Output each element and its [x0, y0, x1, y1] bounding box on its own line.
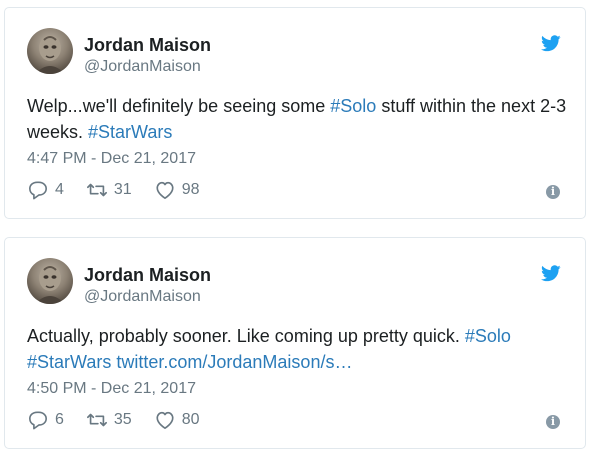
- reply-icon: [29, 411, 47, 430]
- twitter-bird-icon[interactable]: [541, 265, 561, 282]
- tweet-text: Welp...we'll definitely be seeing some #…: [27, 93, 567, 145]
- reply-count: 6: [55, 411, 64, 428]
- author-name[interactable]: Jordan Maison: [84, 264, 211, 286]
- like-icon: [156, 181, 174, 199]
- tweet-actions: 4 31 98: [27, 180, 222, 200]
- tweet-card[interactable]: Jordan Maison @JordanMaison Welp...we'll…: [4, 7, 586, 219]
- hashtag-solo[interactable]: #Solo: [330, 96, 376, 116]
- like-count: 98: [181, 181, 200, 198]
- retweet-count: 35: [113, 411, 132, 428]
- retweet-icon: [86, 413, 107, 427]
- tweet-card[interactable]: Jordan Maison @JordanMaison Actually, pr…: [4, 237, 586, 449]
- tweet-actions: 6 35 80: [27, 410, 222, 430]
- reply-count: 4: [55, 181, 64, 198]
- avatar[interactable]: [27, 28, 73, 74]
- info-icon[interactable]: i: [546, 415, 560, 429]
- tweet-text: Actually, probably sooner. Like coming u…: [27, 323, 567, 375]
- tweet-timestamp[interactable]: 4:50 PM - Dec 21, 2017: [27, 379, 196, 399]
- info-icon[interactable]: i: [546, 185, 560, 199]
- twitter-bird-icon[interactable]: [541, 35, 561, 52]
- retweet-button[interactable]: 31: [86, 180, 132, 200]
- retweet-button[interactable]: 35: [86, 410, 132, 430]
- like-icon: [156, 411, 174, 429]
- reply-button[interactable]: 6: [27, 410, 64, 430]
- author-handle[interactable]: @JordanMaison: [84, 57, 201, 77]
- author-handle[interactable]: @JordanMaison: [84, 287, 201, 307]
- like-button[interactable]: 80: [154, 410, 200, 430]
- like-count: 80: [181, 411, 200, 428]
- retweet-icon: [86, 183, 107, 197]
- tweet-text-segment: Actually, probably sooner. Like coming u…: [27, 326, 465, 346]
- tweet-timestamp[interactable]: 4:47 PM - Dec 21, 2017: [27, 149, 196, 169]
- like-button[interactable]: 98: [154, 180, 200, 200]
- author-name[interactable]: Jordan Maison: [84, 34, 211, 56]
- reply-icon: [29, 181, 47, 200]
- hashtag-starwars[interactable]: #StarWars: [88, 122, 172, 142]
- tweet-link[interactable]: twitter.com/JordanMaison/s…: [116, 352, 352, 372]
- tweet-text-segment: Welp...we'll definitely be seeing some: [27, 96, 331, 116]
- hashtag-solo[interactable]: #Solo: [465, 326, 511, 346]
- hashtag-starwars[interactable]: #StarWars: [27, 352, 111, 372]
- retweet-count: 31: [113, 181, 132, 198]
- reply-button[interactable]: 4: [27, 180, 64, 200]
- avatar[interactable]: [27, 258, 73, 304]
